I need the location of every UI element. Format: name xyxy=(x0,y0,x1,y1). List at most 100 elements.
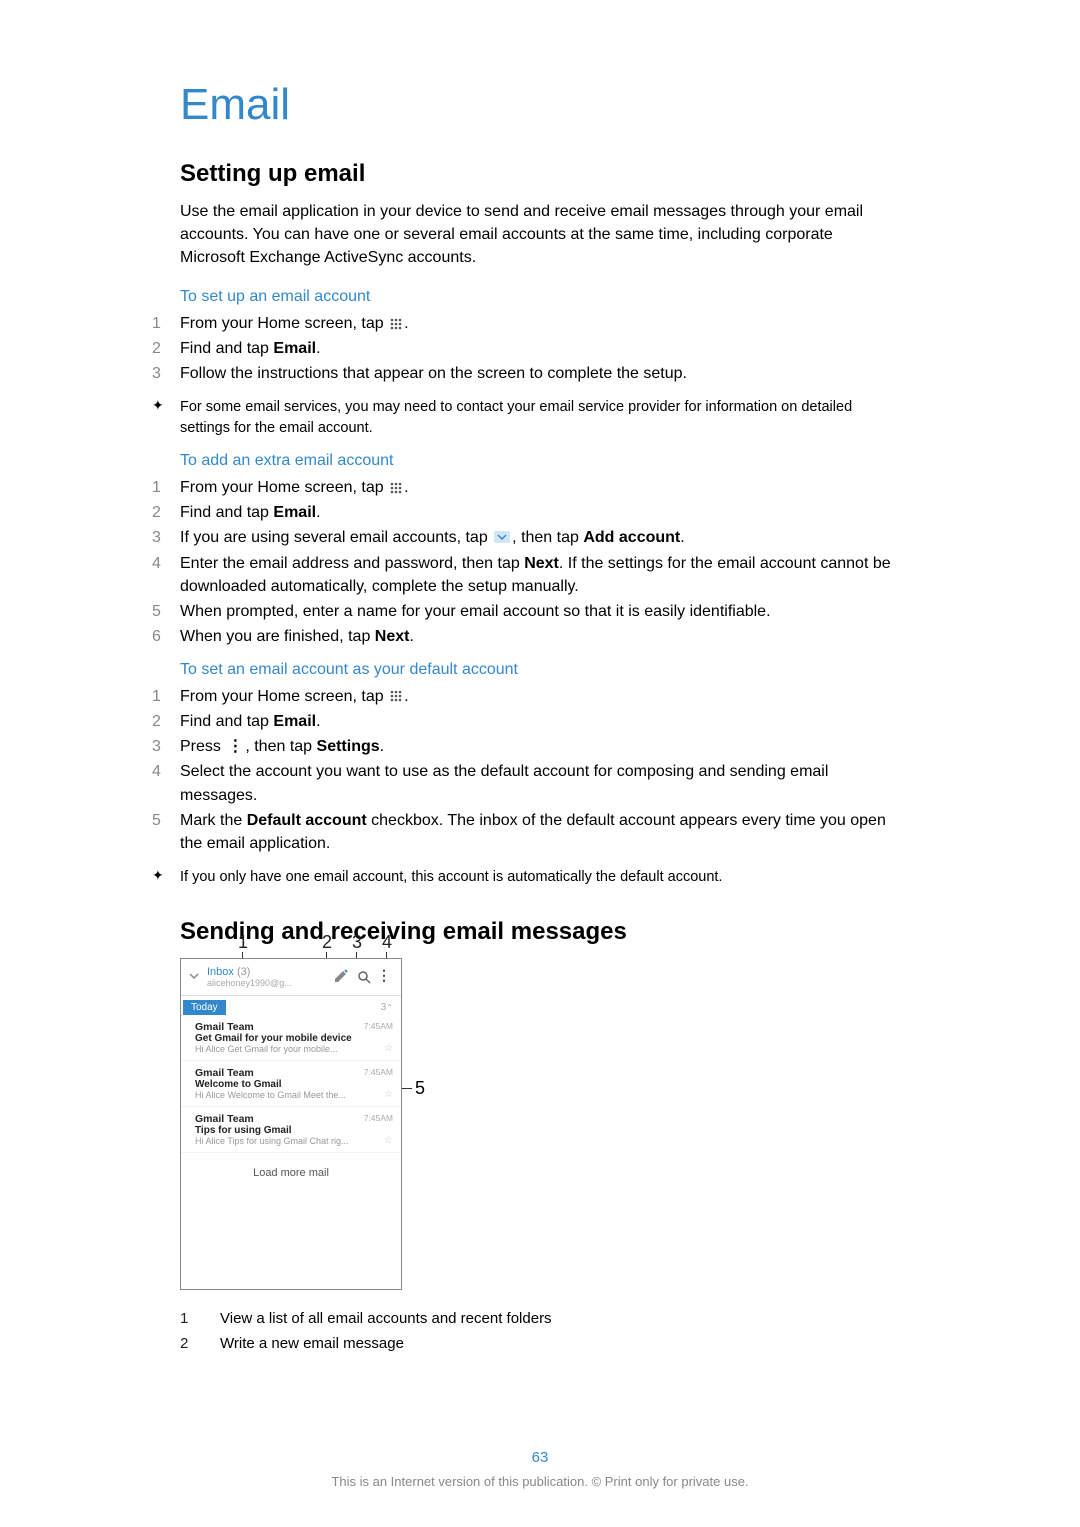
app-grid-icon xyxy=(388,312,404,335)
load-more: Load more mail xyxy=(181,1153,401,1193)
tip-note: If you only have one email account, this… xyxy=(180,867,900,887)
text: . xyxy=(404,315,408,332)
steps-list: 1 From your Home screen, tap . 2 Find an… xyxy=(180,476,900,649)
compose-icon xyxy=(333,968,349,987)
steps-list: 1 From your Home screen, tap . 2 Find an… xyxy=(180,685,900,856)
app-grid-icon xyxy=(388,476,404,499)
inbox-count: (3) xyxy=(237,966,250,978)
text: . xyxy=(404,479,408,496)
step-text: Follow the instructions that appear on t… xyxy=(180,362,900,385)
email-subject: Get Gmail for your mobile device xyxy=(195,1033,393,1044)
document-page: Email Setting up email Use the email app… xyxy=(0,0,1080,1527)
bold-text: Settings xyxy=(317,738,380,755)
text: . xyxy=(316,713,320,730)
text: When you are finished, tap xyxy=(180,628,375,645)
text: If you are using several email accounts,… xyxy=(180,529,492,546)
phone-diagram: 1 2 3 4 5 Inbox (3) alicehoney1990@g... … xyxy=(180,958,460,1290)
step-text: Mark the Default account checkbox. The i… xyxy=(180,809,900,855)
step-number: 5 xyxy=(152,809,180,832)
step-number: 2 xyxy=(152,337,180,360)
subheading-setup-account: To set up an email account xyxy=(180,288,900,306)
subheading-default-account: To set an email account as your default … xyxy=(180,661,900,679)
step-number: 3 xyxy=(152,526,180,549)
bold-text: Email xyxy=(273,713,316,730)
text: From your Home screen, tap xyxy=(180,688,388,705)
step-number: 4 xyxy=(152,552,180,575)
search-icon xyxy=(357,970,371,987)
text: Mark the xyxy=(180,812,247,829)
text: , then tap xyxy=(245,738,316,755)
star-icon: ☆ xyxy=(384,1135,393,1146)
star-icon: ☆ xyxy=(384,1089,393,1100)
page-title: Email xyxy=(180,80,900,130)
email-time: 7:45AM xyxy=(364,1113,393,1123)
bold-text: Next xyxy=(524,555,559,572)
step-text: Find and tap Email. xyxy=(180,501,900,524)
overflow-menu-icon: ⋮ xyxy=(225,735,245,758)
phone-mockup: Inbox (3) alicehoney1990@g... ⋮ Today 3⌃… xyxy=(180,958,402,1290)
email-subject: Tips for using Gmail xyxy=(195,1125,393,1136)
callout-5: 5 xyxy=(415,1078,425,1099)
text: . xyxy=(316,340,320,357)
section-heading-setup: Setting up email xyxy=(180,160,900,188)
callout-labels: 1 2 3 4 xyxy=(180,932,460,958)
text: Press xyxy=(180,738,225,755)
callout-3: 3 xyxy=(352,932,362,953)
email-message-item: Gmail Team Welcome to Gmail Hi Alice Wel… xyxy=(181,1061,401,1107)
text: . xyxy=(404,688,408,705)
diagram-legend: 1 View a list of all email accounts and … xyxy=(180,1310,900,1352)
step-text: From your Home screen, tap . xyxy=(180,685,900,708)
bold-text: Email xyxy=(273,504,316,521)
email-preview: Hi Alice Welcome to Gmail Meet the... xyxy=(195,1090,393,1100)
legend-text: View a list of all email accounts and re… xyxy=(220,1310,900,1327)
legend-row: 2 Write a new email message xyxy=(180,1335,900,1352)
text: Find and tap xyxy=(180,504,273,521)
today-count: 3⌃ xyxy=(381,998,393,1013)
page-number: 63 xyxy=(0,1449,1080,1466)
step-text: Find and tap Email. xyxy=(180,710,900,733)
text: Find and tap xyxy=(180,340,273,357)
legend-number: 2 xyxy=(180,1335,220,1352)
tip-text: For some email services, you may need to… xyxy=(180,397,900,438)
chevron-down-icon xyxy=(492,527,512,550)
today-row: Today 3⌃ xyxy=(181,996,401,1015)
step-text: From your Home screen, tap . xyxy=(180,312,900,335)
step-text: Enter the email address and password, th… xyxy=(180,552,900,598)
text: . xyxy=(380,738,384,755)
account-dropdown-icon xyxy=(187,969,201,986)
bold-text: Default account xyxy=(247,812,367,829)
text: . xyxy=(409,628,413,645)
email-time: 7:45AM xyxy=(364,1067,393,1077)
email-preview: Hi Alice Get Gmail for your mobile... xyxy=(195,1044,393,1054)
email-message-item: Gmail Team Tips for using Gmail Hi Alice… xyxy=(181,1107,401,1153)
tip-text: If you only have one email account, this… xyxy=(180,867,900,887)
tip-note: For some email services, you may need to… xyxy=(180,397,900,438)
step-number: 1 xyxy=(152,476,180,499)
callout-4: 4 xyxy=(382,932,392,953)
step-number: 1 xyxy=(152,685,180,708)
step-text: If you are using several email accounts,… xyxy=(180,526,900,549)
step-number: 2 xyxy=(152,710,180,733)
legend-text: Write a new email message xyxy=(220,1335,900,1352)
footer-text: This is an Internet version of this publ… xyxy=(0,1474,1080,1489)
step-text: Press ⋮, then tap Settings. xyxy=(180,735,900,758)
text: . xyxy=(316,504,320,521)
text: , then tap xyxy=(512,529,583,546)
subheading-add-account: To add an extra email account xyxy=(180,452,900,470)
text: Enter the email address and password, th… xyxy=(180,555,524,572)
steps-list: 1 From your Home screen, tap . 2 Find an… xyxy=(180,312,900,386)
page-footer: 63 This is an Internet version of this p… xyxy=(0,1449,1080,1489)
today-pill: Today xyxy=(183,1000,226,1015)
text: From your Home screen, tap xyxy=(180,315,388,332)
tip-icon xyxy=(152,397,180,414)
overflow-menu-icon: ⋮ xyxy=(377,967,391,984)
app-grid-icon xyxy=(388,685,404,708)
legend-row: 1 View a list of all email accounts and … xyxy=(180,1310,900,1327)
inbox-subtitle: alicehoney1990@g... xyxy=(207,978,292,988)
intro-paragraph: Use the email application in your device… xyxy=(180,200,900,270)
legend-number: 1 xyxy=(180,1310,220,1327)
step-number: 2 xyxy=(152,501,180,524)
tip-icon xyxy=(152,867,180,884)
email-time: 7:45AM xyxy=(364,1021,393,1031)
step-text: When prompted, enter a name for your ema… xyxy=(180,600,900,623)
